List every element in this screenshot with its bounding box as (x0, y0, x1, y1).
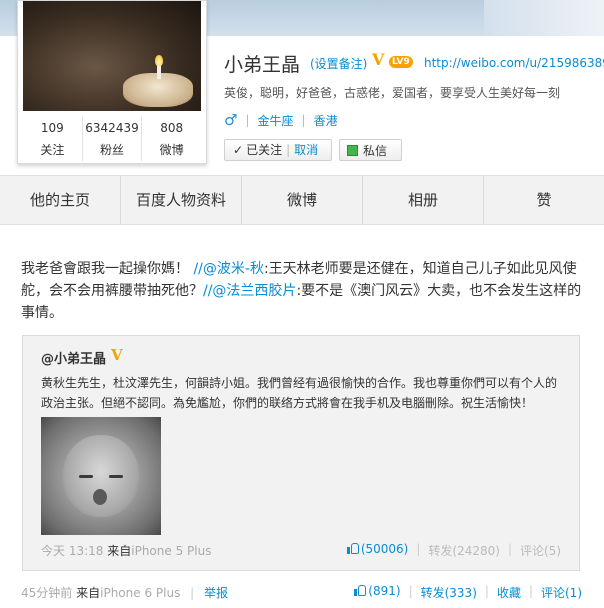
eye-shape (109, 475, 123, 478)
stat-followers[interactable]: 6342439 粉丝 (83, 117, 143, 161)
collect-link[interactable]: 收藏 (497, 584, 521, 601)
quoted-text: 黄秋生先生，杜汶澤先生，何韻詩小姐。我們曾经有過很愉快的合作。我也尊重你們可以有… (41, 376, 558, 410)
quoted-like-count: (50006) (360, 542, 409, 556)
profile-meta: ♂ | 金牛座 | 香港 (224, 111, 338, 129)
profile-tabs: 他的主页 百度人物资料 微博 相册 赞 (0, 175, 604, 225)
message-label: 私信 (363, 143, 388, 158)
stat-label: 关注 (40, 143, 65, 157)
source-prefix: 来自 (76, 586, 101, 600)
tab-likes[interactable]: 赞 (484, 176, 604, 224)
divider: | (301, 113, 306, 127)
divider: | (507, 542, 512, 556)
divider: | (528, 584, 533, 598)
message-icon (347, 144, 358, 156)
avatar[interactable] (23, 1, 201, 111)
tab-weibo[interactable]: 微博 (242, 176, 363, 224)
divider: | (408, 584, 413, 598)
tab-album[interactable]: 相册 (363, 176, 484, 224)
post-source-link[interactable]: iPhone 6 Plus (100, 586, 180, 600)
flame-image (155, 55, 163, 66)
profile-stats: 109 关注 6342439 粉丝 808 微博 (23, 117, 201, 161)
tab-home[interactable]: 他的主页 (0, 176, 121, 224)
quoted-post: @小弟王晶 V 黄秋生先生，杜汶澤先生，何韻詩小姐。我們曾经有過很愉快的合作。我… (22, 335, 580, 571)
stat-label: 微博 (159, 143, 184, 157)
divider: | (286, 143, 291, 157)
quoted-repost-link[interactable]: 转发(24280) (428, 542, 500, 559)
like-count: (891) (368, 584, 401, 598)
checkmark-icon: ✓ (233, 143, 244, 157)
profile-url-link[interactable]: http://weibo.com/u/2159863893 (424, 56, 604, 70)
like-button[interactable]: (891) (354, 584, 401, 601)
avatar-card: 109 关注 6342439 粉丝 808 微博 (17, 0, 207, 164)
post-actions: (891) | 转发(333) | 收藏 | 评论(1) (354, 584, 582, 601)
male-icon: ♂ (224, 111, 238, 129)
stat-value: 109 (40, 121, 64, 135)
quoted-author-link[interactable]: @小弟王晶 (41, 348, 106, 367)
quoted-comment-link[interactable]: 评论(5) (520, 542, 561, 559)
quoted-source-link[interactable]: iPhone 5 Plus (131, 544, 211, 558)
post-text-part: 我老爸會跟我一起操你媽！ (21, 261, 189, 277)
mouth-shape (93, 489, 107, 505)
quoted-like-button[interactable]: (50006) (346, 542, 409, 559)
stat-label: 粉丝 (100, 143, 125, 157)
mention-link[interactable]: //@法兰西胶片 (203, 283, 296, 299)
followed-label: 已关注 (246, 143, 283, 157)
stat-following[interactable]: 109 关注 (23, 117, 83, 161)
thumbs-up-icon (354, 585, 367, 596)
location-link[interactable]: 香港 (314, 112, 338, 129)
stat-posts[interactable]: 808 微博 (142, 117, 201, 161)
post-text: 我老爸會跟我一起操你媽！ //@波米-秋:王天林老师要是还健在，知道自己儿子如此… (21, 258, 589, 324)
quoted-actions: (50006) | 转发(24280) | 评论(5) (346, 542, 561, 559)
profile-cover-right (484, 0, 604, 36)
verified-v-icon[interactable]: V (372, 52, 388, 68)
post-time-link[interactable]: 45分钟前 (21, 586, 72, 600)
divider: | (416, 542, 421, 556)
candle-image (157, 65, 161, 79)
zodiac-link[interactable]: 金牛座 (258, 112, 294, 129)
repost-link[interactable]: 转发(333) (421, 584, 477, 601)
stat-value: 6342439 (85, 121, 139, 135)
verified-v-icon[interactable]: V (111, 346, 123, 364)
source-prefix: 来自 (107, 544, 132, 558)
thumbs-up-icon (346, 543, 359, 554)
private-message-button[interactable]: 私信 (339, 139, 402, 161)
level-badge[interactable]: LV9 (389, 56, 413, 68)
unfollow-link[interactable]: 取消 (294, 139, 318, 161)
set-remark-link[interactable]: (设置备注) (310, 55, 367, 72)
divider: | (484, 584, 489, 598)
mention-link[interactable]: //@波米-秋 (193, 261, 264, 277)
report-link[interactable]: 举报 (204, 586, 228, 600)
quoted-time-link[interactable]: 今天 13:18 (41, 544, 103, 558)
eye-shape (79, 475, 93, 478)
stat-value: 808 (160, 121, 184, 135)
quoted-image[interactable] (41, 417, 161, 535)
profile-bio: 英俊，聪明，好爸爸，古惑佬，爱国者，要享受人生美好每一刻 (224, 86, 561, 100)
profile-name: 小弟王晶 (224, 54, 301, 76)
followed-button[interactable]: ✓ 已关注 | 取消 (224, 139, 332, 161)
divider: | (190, 586, 195, 600)
comment-link[interactable]: 评论(1) (541, 584, 582, 601)
divider: | (245, 113, 250, 127)
tab-baidu-profile[interactable]: 百度人物资料 (121, 176, 242, 224)
